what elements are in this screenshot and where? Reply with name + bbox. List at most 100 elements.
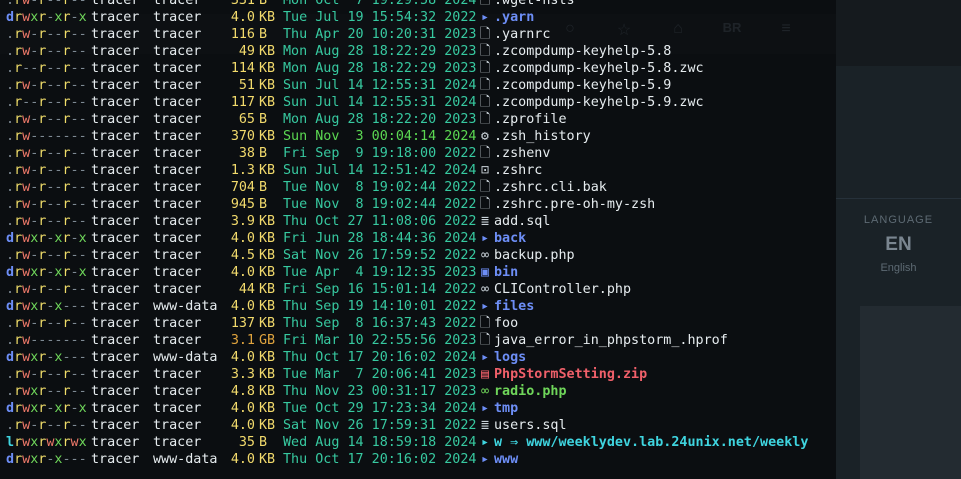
permission-char: - bbox=[78, 384, 87, 399]
modified-date: Sun Jul 14 12:55:31 2024 bbox=[283, 78, 477, 93]
listing-row[interactable]: .rw-r--r-- tracer tracer 49 KB Mon Aug 28 18:… bbox=[6, 43, 808, 60]
size-unit: B bbox=[259, 0, 268, 8]
listing-row[interactable]: .rw------- tracer tracer 3.1 GB Fri Mar 10 22… bbox=[6, 332, 808, 349]
permission-char: r bbox=[62, 61, 71, 76]
file-name[interactable]: .zcompdump-keyhelp-5.8 bbox=[494, 44, 671, 59]
file-name[interactable]: .zshrc.pre-oh-my-zsh bbox=[494, 197, 655, 212]
listing-row[interactable]: .rw-r--r-- tracer tracer 331 B Mon Oct 7 19:2… bbox=[6, 0, 808, 9]
permission-char: - bbox=[78, 214, 87, 229]
listing-row[interactable]: .rw-r--r-- tracer tracer 4.5 KB Sat Nov 26 17… bbox=[6, 247, 808, 264]
listing-row[interactable]: drwxr-x--- tracer www-data 4.0 KB Thu Oct 17 … bbox=[6, 349, 808, 366]
group: tracer bbox=[153, 78, 202, 93]
file-name[interactable]: .wget-hsts bbox=[494, 0, 575, 8]
file-name[interactable]: w ⇒ www/weeklydev.lab.24unix.net/weekly bbox=[494, 435, 808, 450]
file-name[interactable]: back bbox=[494, 231, 526, 246]
permission-char: r bbox=[14, 282, 23, 297]
permission-char: w bbox=[22, 180, 31, 195]
file-name[interactable]: .zprofile bbox=[494, 112, 567, 127]
listing-row[interactable]: .rw-r--r-- tracer tracer 945 B Tue Nov 8 19:0… bbox=[6, 196, 808, 213]
permission-char: r bbox=[14, 129, 23, 144]
permission-char: r bbox=[62, 197, 71, 212]
listing-row[interactable]: .rw-r--r-- tracer tracer 704 B Tue Nov 8 19:0… bbox=[6, 179, 808, 196]
listing-row[interactable]: drwxr-xr-x tracer tracer 4.0 KB Fri Jun 28 18… bbox=[6, 230, 808, 247]
size-unit: KB bbox=[259, 61, 276, 76]
permission-char: - bbox=[78, 61, 87, 76]
permission-char: . bbox=[6, 61, 15, 76]
listing-row[interactable]: .rw-r--r-- tracer tracer 116 B Thu Apr 20 10:… bbox=[6, 26, 808, 43]
language-name: English bbox=[880, 262, 917, 274]
modified-date: Sat Nov 26 17:59:31 2022 bbox=[283, 418, 477, 433]
language-title: LANGUAGE bbox=[863, 214, 934, 226]
listing-row[interactable]: .rw-r--r-- tracer tracer 1.3 KB Sun Jul 14 12… bbox=[6, 162, 808, 179]
file-size: 4.0 bbox=[230, 401, 255, 416]
permissions: .rw------- bbox=[6, 332, 91, 349]
file-name[interactable]: .yarn bbox=[494, 10, 534, 25]
size-unit: KB bbox=[259, 418, 276, 433]
listing-row[interactable]: .rw-r--r-- tracer tracer 38 B Fri Sep 9 19:18… bbox=[6, 145, 808, 162]
permission-char: - bbox=[62, 299, 71, 314]
file-name[interactable]: logs bbox=[494, 350, 526, 365]
listing-row[interactable]: drwxr-xr-x tracer tracer 4.0 KB Tue Oct 29 17… bbox=[6, 400, 808, 417]
file-name[interactable]: radio.php bbox=[494, 384, 567, 399]
folder-icon: ▸ bbox=[480, 350, 490, 365]
listing-row[interactable]: .rw-r--r-- tracer tracer 4.0 KB Sat Nov 26 17… bbox=[6, 417, 808, 434]
listing-row[interactable]: .rw-r--r-- tracer tracer 3.3 KB Tue Mar 7 20:… bbox=[6, 366, 808, 383]
permission-char: r bbox=[62, 248, 71, 263]
file-name[interactable]: bin bbox=[494, 265, 518, 280]
listing-row[interactable]: .rwxr--r-- tracer tracer 4.8 KB Thu Nov 23 00… bbox=[6, 383, 808, 400]
file-icon: 🗋 bbox=[479, 95, 491, 110]
listing-row[interactable]: .rw------- tracer tracer 370 KB Sun Nov 3 00:… bbox=[6, 128, 808, 145]
listing-row[interactable]: .r--r--r-- tracer tracer 117 KB Sun Jul 14 12… bbox=[6, 94, 808, 111]
size-unit: KB bbox=[259, 129, 276, 144]
modified-date: Thu Nov 23 00:31:17 2023 bbox=[283, 384, 477, 399]
file-name[interactable]: .zcompdump-keyhelp-5.8.zwc bbox=[494, 61, 704, 76]
folder-icon: ▸ bbox=[480, 401, 490, 416]
file-name[interactable]: .zshenv bbox=[494, 146, 550, 161]
permission-char: - bbox=[78, 282, 87, 297]
file-name[interactable]: backup.php bbox=[494, 248, 575, 263]
size-unit: KB bbox=[259, 214, 276, 229]
listing-row[interactable]: .rw-r--r-- tracer tracer 3.9 KB Thu Oct 27 11… bbox=[6, 213, 808, 230]
file-name[interactable]: add.sql bbox=[494, 214, 550, 229]
listing-row[interactable]: .rw-r--r-- tracer tracer 51 KB Sun Jul 14 12:… bbox=[6, 77, 808, 94]
listing-row[interactable]: drwxr-xr-x tracer tracer 4.0 KB Tue Apr 4 19:… bbox=[6, 264, 808, 281]
language-code[interactable]: EN bbox=[836, 234, 961, 256]
permissions: .r--r--r-- bbox=[6, 60, 91, 77]
file-name[interactable]: .zsh_history bbox=[494, 129, 591, 144]
owner: tracer bbox=[91, 0, 140, 8]
permission-char: - bbox=[78, 299, 87, 314]
terminal-window[interactable]: .rw-r--r-- tracer tracer 331 B Mon Oct 7 19:2… bbox=[0, 0, 836, 479]
file-name[interactable]: tmp bbox=[494, 401, 518, 416]
preview-thumbnail[interactable] bbox=[860, 306, 961, 479]
file-size: 704 bbox=[230, 180, 255, 195]
file-name[interactable]: files bbox=[494, 299, 534, 314]
listing-row[interactable]: drwxr-x--- tracer www-data 4.0 KB Thu Oct 17 … bbox=[6, 451, 808, 468]
file-name[interactable]: foo bbox=[494, 316, 518, 331]
listing-row[interactable]: .r--r--r-- tracer tracer 114 KB Mon Aug 28 18… bbox=[6, 60, 808, 77]
permissions: .rw-r--r-- bbox=[6, 366, 91, 383]
config-icon: ⊡ bbox=[480, 163, 490, 178]
listing-row[interactable]: drwxr-xr-x tracer tracer 4.0 KB Tue Jul 19 15… bbox=[6, 9, 808, 26]
file-name[interactable]: CLIController.php bbox=[494, 282, 631, 297]
owner: tracer bbox=[91, 112, 140, 127]
file-name[interactable]: users.sql bbox=[494, 418, 567, 433]
file-name[interactable]: java_error_in_phpstorm_.hprof bbox=[494, 333, 728, 348]
file-name[interactable]: .yarnrc bbox=[494, 27, 550, 42]
file-name[interactable]: www bbox=[494, 452, 518, 467]
file-name[interactable]: .zshrc.cli.bak bbox=[494, 180, 607, 195]
modified-date: Fri Jun 28 18:44:36 2024 bbox=[283, 231, 477, 246]
listing-row[interactable]: drwxr-x--- tracer www-data 4.0 KB Thu Sep 19 … bbox=[6, 298, 808, 315]
listing-row[interactable]: .rw-r--r-- tracer tracer 44 KB Fri Sep 16 15:… bbox=[6, 281, 808, 298]
file-name[interactable]: .zcompdump-keyhelp-5.9.zwc bbox=[494, 95, 704, 110]
size-unit: KB bbox=[259, 452, 276, 467]
file-name[interactable]: .zshrc bbox=[494, 163, 542, 178]
listing-row[interactable]: lrwxrwxrwx tracer tracer 35 B Wed Aug 14 18:5… bbox=[6, 434, 808, 451]
size-unit: B bbox=[259, 197, 268, 212]
file-name[interactable]: .zcompdump-keyhelp-5.9 bbox=[494, 78, 671, 93]
file-name[interactable]: PhpStormSetting.zip bbox=[494, 367, 647, 382]
listing-row[interactable]: .rw-r--r-- tracer tracer 137 KB Thu Sep 8 16:… bbox=[6, 315, 808, 332]
permission-char: r bbox=[14, 435, 23, 450]
permission-char: r bbox=[62, 401, 71, 416]
listing-row[interactable]: .rw-r--r-- tracer tracer 65 B Mon Aug 28 18:2… bbox=[6, 111, 808, 128]
permission-char: r bbox=[62, 282, 71, 297]
